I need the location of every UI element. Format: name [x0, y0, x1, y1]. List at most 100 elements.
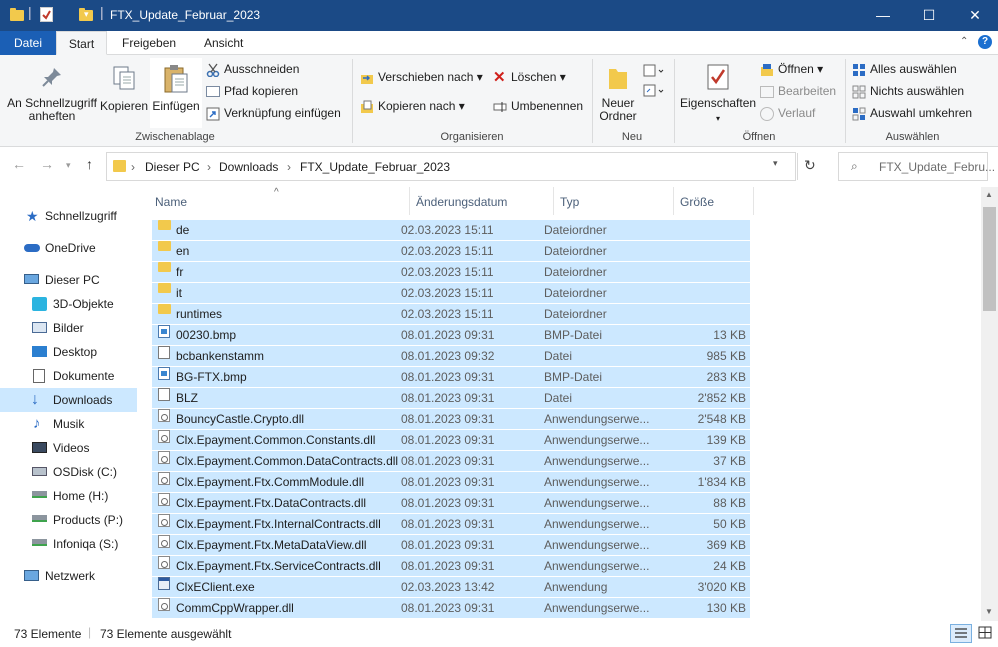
file-row[interactable]: Clx.Epayment.Ftx.MetaDataView.dll 08.01.2… [152, 535, 750, 556]
copy-path-button[interactable]: Pfad kopieren [206, 81, 298, 101]
sidebar-item-dieser-pc[interactable]: Dieser PC [0, 268, 137, 292]
file-row[interactable]: Clx.Epayment.Ftx.InternalContracts.dll 08… [152, 514, 750, 535]
scroll-down-icon[interactable]: ▼ [985, 607, 993, 616]
column-divider[interactable] [409, 187, 410, 215]
file-row[interactable]: Clx.Epayment.Ftx.CommModule.dll 08.01.202… [152, 472, 750, 493]
large-icons-view-icon[interactable] [976, 624, 996, 643]
column-divider[interactable] [673, 187, 674, 215]
file-row[interactable]: BouncyCastle.Crypto.dll 08.01.2023 09:31 A… [152, 409, 750, 430]
file-row[interactable]: de 02.03.2023 15:11 Dateiordner [152, 220, 750, 241]
move-to-button[interactable]: Verschieben nach ▾ [360, 67, 483, 87]
breadcrumb-separator[interactable]: › [207, 160, 211, 174]
column-header-date[interactable]: Änderungsdatum [416, 187, 552, 215]
copy-to-button[interactable]: Kopieren nach ▾ [360, 96, 465, 116]
sidebar-item-infoniqa[interactable]: Infoniqa (S:) [0, 532, 137, 556]
up-button[interactable]: ↑ [86, 156, 93, 172]
sidebar-item-netzwerk[interactable]: Netzwerk [0, 564, 137, 588]
forward-button[interactable]: → [40, 156, 54, 172]
new-folder-button[interactable]: Neuer Ordner [596, 63, 640, 123]
file-row[interactable]: CommCppWrapper.dll 08.01.2023 09:31 Anwend… [152, 598, 750, 619]
pin-quick-access-button[interactable]: An Schnellzugriff anheften [4, 65, 100, 123]
copy-path-label: Pfad kopieren [224, 84, 299, 98]
customize-toolbar-icon[interactable]: ▾ [84, 9, 89, 20]
tab-freigeben[interactable]: Freigeben [112, 31, 186, 55]
scroll-up-icon[interactable]: ▲ [985, 190, 993, 199]
file-row[interactable]: Clx.Epayment.Common.DataContracts.dll 08.… [152, 451, 750, 472]
column-header-name[interactable]: Name [155, 187, 409, 215]
cut-button[interactable]: Ausschneiden [206, 59, 299, 79]
scrollbar-thumb[interactable] [983, 207, 996, 311]
edit-button[interactable]: Bearbeiten [760, 81, 836, 101]
file-date: 08.01.2023 09:31 [401, 538, 495, 552]
breadcrumb-separator[interactable]: › [131, 160, 135, 174]
column-divider[interactable] [553, 187, 554, 215]
selection-count: 73 Elemente ausgewählt [100, 627, 232, 641]
file-type: Anwendungserwe... [544, 412, 650, 426]
history-button[interactable]: Verlauf [760, 103, 815, 123]
close-button[interactable]: ✕ [952, 0, 998, 31]
breadcrumb-current-folder[interactable]: FTX_Update_Februar_2023 [300, 160, 450, 174]
back-button[interactable]: ← [12, 156, 26, 172]
file-row[interactable]: 00230.bmp 08.01.2023 09:31 BMP-Datei 13 KB [152, 325, 750, 346]
sidebar-item-videos[interactable]: Videos [0, 436, 137, 460]
file-name: Clx.Epayment.Ftx.InternalContracts.dll [176, 517, 381, 531]
tab-datei[interactable]: Datei [0, 31, 56, 55]
sidebar-item-3d-objekte[interactable]: 3D-Objekte [0, 292, 137, 316]
breadcrumb-separator[interactable]: › [287, 160, 291, 174]
sidebar-item-musik[interactable]: ♪ Musik [0, 412, 137, 436]
rename-button[interactable]: Umbenennen [493, 96, 583, 116]
select-none-button[interactable]: Nichts auswählen [852, 81, 964, 101]
collapse-ribbon-icon[interactable]: ⌃ [960, 36, 968, 47]
file-row[interactable]: fr 02.03.2023 15:11 Dateiordner [152, 262, 750, 283]
file-row[interactable]: ClxEClient.exe 02.03.2023 13:42 Anwendung 3… [152, 577, 750, 598]
sidebar-item-products[interactable]: Products (P:) [0, 508, 137, 532]
file-row[interactable]: bcbankenstamm 08.01.2023 09:32 Datei 985 KB [152, 346, 750, 367]
column-header-size[interactable]: Größe [680, 187, 752, 215]
file-row[interactable]: it 02.03.2023 15:11 Dateiordner [152, 283, 750, 304]
file-row[interactable]: en 02.03.2023 15:11 Dateiordner [152, 241, 750, 262]
select-all-button[interactable]: Alles auswählen [852, 59, 957, 79]
tab-ansicht[interactable]: Ansicht [194, 31, 253, 55]
recent-locations-button[interactable]: ▾ [66, 160, 71, 171]
breadcrumb-dieser-pc[interactable]: Dieser PC [145, 160, 200, 174]
network-drive-icon [32, 491, 47, 498]
help-icon[interactable]: ? [978, 35, 992, 49]
properties-button[interactable]: Eigenschaften ▾ [680, 63, 756, 125]
file-row[interactable]: BG-FTX.bmp 08.01.2023 09:31 BMP-Datei 283 K… [152, 367, 750, 388]
tab-start[interactable]: Start [56, 31, 107, 55]
easy-access-icon[interactable] [642, 83, 664, 99]
file-row[interactable]: Clx.Epayment.Ftx.DataContracts.dll 08.01.… [152, 493, 750, 514]
sidebar-item-schnellzugriff[interactable]: ★ Schnellzugriff [0, 204, 137, 228]
delete-button[interactable]: ✕ Löschen ▾ [493, 67, 566, 87]
file-row[interactable]: Clx.Epayment.Common.Constants.dll 08.01.2… [152, 430, 750, 451]
details-view-icon[interactable] [950, 624, 972, 643]
breadcrumb-downloads[interactable]: Downloads [219, 160, 278, 174]
search-input[interactable]: ⌕ FTX_Update_Febru... [838, 152, 995, 181]
file-row[interactable]: runtimes 02.03.2023 15:11 Dateiordner [152, 304, 750, 325]
file-row[interactable]: BLZ 08.01.2023 09:31 Datei 2'852 KB [152, 388, 750, 409]
properties-icon[interactable] [40, 7, 53, 22]
column-divider[interactable] [753, 187, 754, 215]
copy-button[interactable]: Kopieren [100, 65, 148, 113]
minimize-button[interactable]: — [860, 0, 906, 31]
sidebar-item-bilder[interactable]: Bilder [0, 316, 137, 340]
open-button[interactable]: Öffnen ▾ [760, 59, 823, 79]
address-dropdown-icon[interactable]: ▾ [773, 158, 778, 169]
file-row[interactable]: Clx.Epayment.Ftx.ServiceContracts.dll 08.… [152, 556, 750, 577]
sidebar-item-osdisk[interactable]: OSDisk (C:) [0, 460, 137, 484]
separator: | [100, 4, 104, 20]
paste-button[interactable]: Einfügen [150, 58, 202, 128]
new-item-icon[interactable] [642, 63, 664, 79]
address-bar[interactable]: › Dieser PC › Downloads › FTX_Update_Feb… [106, 152, 798, 181]
maximize-button[interactable]: ☐ [906, 0, 952, 31]
refresh-icon[interactable]: ↻ [804, 157, 816, 174]
sidebar-item-desktop[interactable]: Desktop [0, 340, 137, 364]
sidebar-item-downloads[interactable]: ↓ Downloads [0, 388, 137, 412]
sidebar-item-dokumente[interactable]: Dokumente [0, 364, 137, 388]
sidebar-item-onedrive[interactable]: OneDrive [0, 236, 137, 260]
file-name: it [176, 286, 182, 300]
sidebar-item-home[interactable]: Home (H:) [0, 484, 137, 508]
column-header-type[interactable]: Typ [560, 187, 672, 215]
invert-selection-button[interactable]: Auswahl umkehren [852, 103, 972, 123]
paste-shortcut-button[interactable]: Verknüpfung einfügen [206, 103, 341, 123]
